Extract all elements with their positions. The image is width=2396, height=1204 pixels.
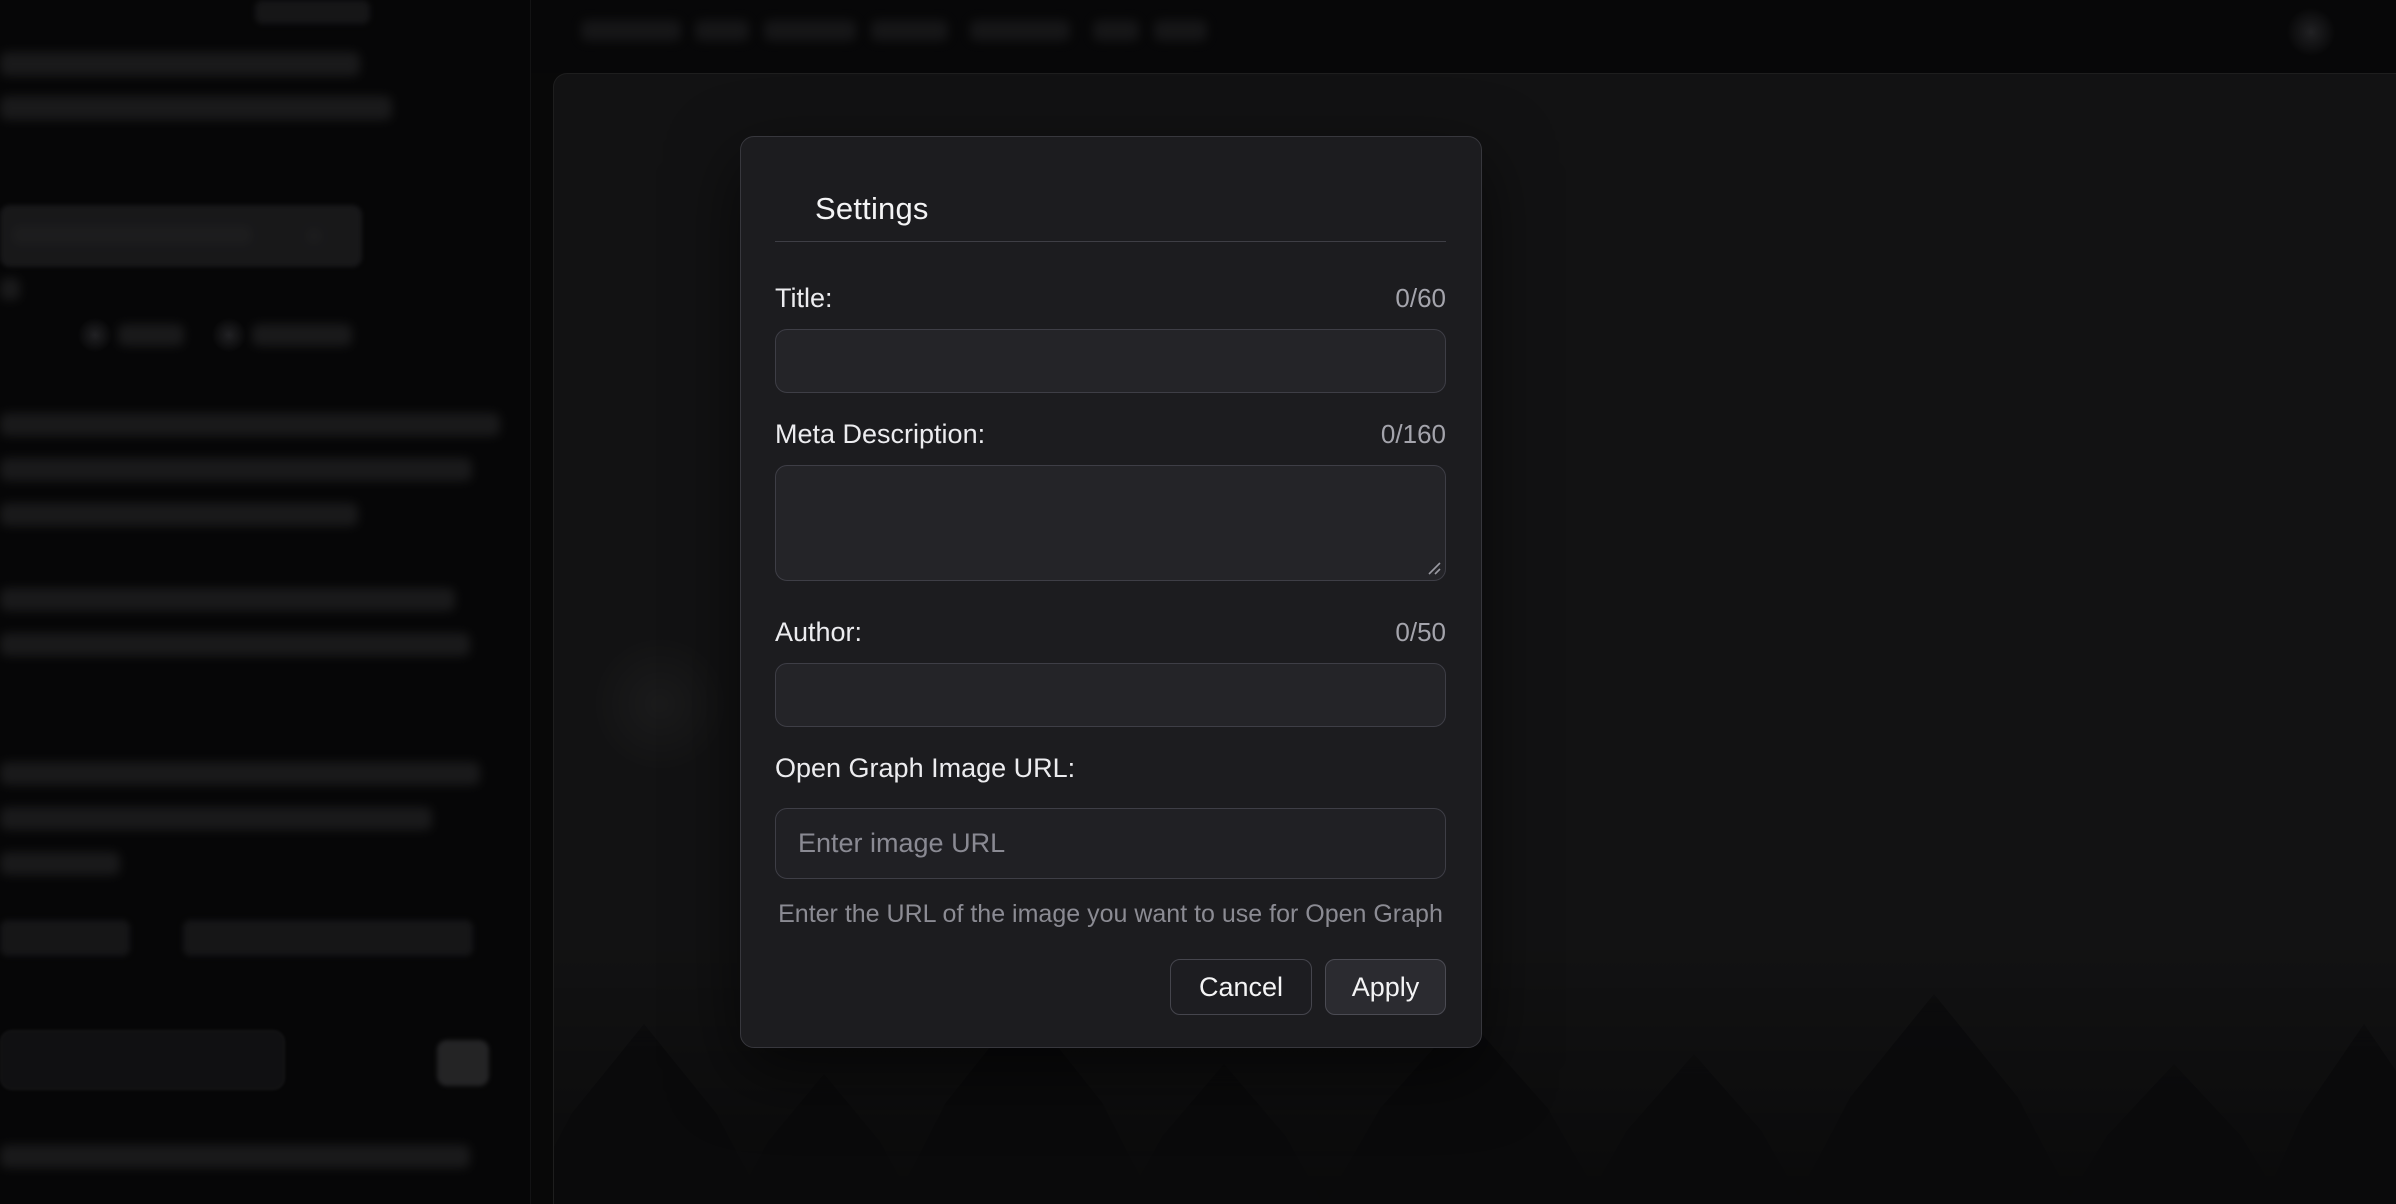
author-input[interactable] xyxy=(775,663,1446,727)
title-label: Title: xyxy=(775,283,833,314)
author-label-row: Author: 0/50 xyxy=(775,617,1446,647)
og-image-label: Open Graph Image URL: xyxy=(775,753,1075,784)
dialog-title: Settings xyxy=(815,191,929,227)
author-label: Author: xyxy=(775,617,862,648)
meta-description-label-row: Meta Description: 0/160 xyxy=(775,419,1446,449)
dialog-button-row: Cancel Apply xyxy=(1170,959,1446,1015)
meta-description-wrap xyxy=(775,465,1446,581)
settings-dialog: Settings Title: 0/60 Meta Description: 0… xyxy=(740,136,1482,1048)
title-input[interactable] xyxy=(775,329,1446,393)
meta-description-textarea[interactable] xyxy=(775,465,1446,581)
og-image-label-row: Open Graph Image URL: xyxy=(775,753,1446,783)
dialog-divider xyxy=(775,241,1446,242)
apply-button[interactable]: Apply xyxy=(1325,959,1446,1015)
meta-description-counter: 0/160 xyxy=(1381,419,1446,450)
app-window: Settings Title: 0/60 Meta Description: 0… xyxy=(0,0,2396,1204)
cancel-button[interactable]: Cancel xyxy=(1170,959,1312,1015)
og-image-url-input[interactable] xyxy=(775,808,1446,879)
author-counter: 0/50 xyxy=(1395,617,1446,648)
og-image-helper-text: Enter the URL of the image you want to u… xyxy=(775,900,1446,929)
title-label-row: Title: 0/60 xyxy=(775,283,1446,313)
title-counter: 0/60 xyxy=(1395,283,1446,314)
meta-description-label: Meta Description: xyxy=(775,419,985,450)
